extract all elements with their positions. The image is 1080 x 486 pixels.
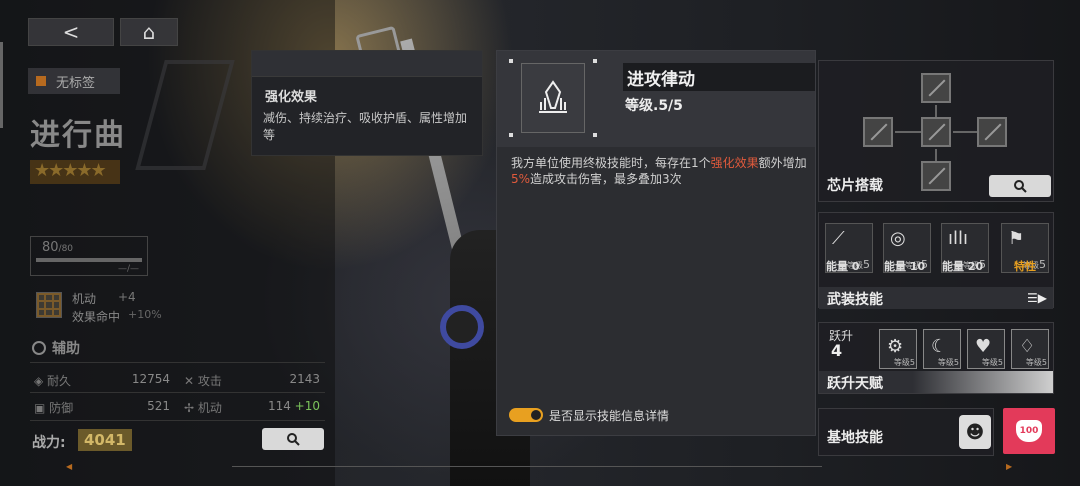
effect-hit-value: +10% — [128, 308, 162, 321]
chip-slot[interactable] — [863, 117, 893, 147]
chip-slot[interactable] — [977, 117, 1007, 147]
base-skill-label: 基地技能 — [827, 430, 883, 446]
leap-talent-2[interactable]: ☾ 等级5 — [923, 329, 961, 369]
skill-detail-panel: 进攻律动 等级.5/5 我方单位使用终极技能时，每存在1个强化效果额外增加5%造… — [496, 50, 816, 436]
chip-link — [935, 149, 937, 161]
mobility-stat-value: 114 +10 — [267, 399, 320, 413]
attack-label: ✕ 攻击 — [184, 374, 222, 388]
search-icon — [287, 433, 300, 446]
heart-wing-icon: ♥ — [975, 336, 992, 357]
class-row: 辅助 — [32, 338, 80, 358]
back-arrow-icon: < — [62, 20, 80, 44]
divider — [30, 420, 325, 421]
support-class-icon — [32, 341, 46, 355]
chip-link — [895, 131, 921, 133]
search-icon — [1014, 180, 1027, 193]
leap-talent-4[interactable]: ♢ 等级5 — [1011, 329, 1049, 369]
effect-hit-label: 效果命中 — [72, 310, 121, 324]
character-tag: 无标签 — [28, 68, 120, 94]
skill-icon-frame — [509, 59, 597, 137]
laugh-face-icon: ☻ — [959, 415, 991, 449]
flag-icon: ⚑ — [1008, 228, 1025, 249]
star-rating: ★★★★★ — [30, 160, 120, 184]
leap-talent-label: 跃升天赋 — [827, 376, 883, 392]
chip-slot[interactable] — [921, 73, 951, 103]
armed-skills-bar[interactable]: 武装技能 ☰▶ — [819, 287, 1053, 309]
detail-search-button[interactable] — [262, 428, 324, 450]
left-edge-bracket — [0, 42, 6, 128]
hp-bar — [36, 258, 142, 262]
armed-skill-feature: 特性 — [1014, 260, 1036, 273]
defense-label: ▣ 防御 — [34, 401, 74, 415]
character-wheel — [440, 305, 484, 349]
heart-icon: 100 — [1016, 420, 1042, 442]
armed-skill-energy: 能量 10 — [884, 260, 926, 273]
mobility-bonus: +4 — [118, 290, 136, 304]
chip-slot[interactable] — [921, 117, 951, 147]
armed-skill-energy: 能量 0 — [826, 260, 860, 273]
toggle-knob — [531, 410, 541, 420]
list-arrow-icon: ☰▶ — [1027, 291, 1047, 305]
chip-label: 芯片搭载 — [827, 178, 883, 194]
armed-skills-label: 武装技能 — [827, 292, 883, 308]
leap-talent-bar[interactable]: 跃升天赋 — [819, 371, 1053, 393]
grid-icon — [36, 292, 62, 318]
leap-level: 4 — [831, 341, 843, 360]
leap-talent-3[interactable]: ♥ 等级5 — [967, 329, 1005, 369]
right-arrow-icon: ▶ — [1006, 462, 1013, 471]
durability-value: 12754 — [131, 372, 170, 386]
base-skill-panel[interactable]: 基地技能 ☻ — [818, 408, 994, 456]
home-button[interactable]: ⌂ — [120, 18, 178, 46]
tooltip-body: 减伤、持续治疗、吸收护盾、属性增加等 — [263, 111, 468, 142]
crystal-wave-icon: ♢ — [1019, 336, 1036, 357]
power-label: 战力: — [32, 435, 66, 451]
skill-level: 等级.5/5 — [625, 98, 683, 114]
tag-marker-icon — [36, 76, 46, 86]
divider — [30, 362, 325, 363]
affection-button[interactable]: 100 — [1003, 408, 1055, 454]
hp-sub: —/— — [118, 264, 140, 274]
left-arrow-icon: ◀ — [66, 462, 73, 471]
tooltip-title: 强化效果 — [265, 90, 318, 105]
chip-link — [935, 105, 937, 117]
armed-skill-3[interactable]: ıllı 等级5 能量 20 — [941, 223, 989, 273]
attack-rhythm-icon — [521, 63, 585, 133]
attack-value: 2143 — [289, 372, 320, 386]
hp-value: 80/80 — [42, 240, 74, 255]
bottom-divider — [232, 466, 822, 467]
orbit-icon: ◎ — [890, 228, 906, 249]
mobility-label: 机动 — [72, 292, 97, 306]
armed-skill-1[interactable]: ⟋ 等级5 能量 0 — [825, 223, 873, 273]
skill-description: 我方单位使用终极技能时，每存在1个强化效果额外增加5%造成攻击伤害，最多叠加3次 — [511, 156, 807, 186]
chip-panel: 芯片搭载 — [818, 60, 1054, 202]
wave-icon: ıllı — [948, 228, 969, 249]
back-button[interactable]: < — [28, 18, 114, 46]
leap-talent-1[interactable]: ⚙ 等级5 — [879, 329, 917, 369]
defense-value: 521 — [147, 399, 170, 413]
mobility-stat-label: ✢ 机动 — [184, 401, 222, 415]
gear-house-icon: ⚙ — [887, 336, 904, 357]
power-value: 4041 — [78, 429, 132, 451]
show-detail-label: 是否显示技能信息详情 — [549, 409, 670, 423]
home-icon: ⌂ — [142, 20, 156, 44]
armed-skill-4[interactable]: ⚑ 等级5 特性 — [1001, 223, 1049, 273]
character-name: 进行曲 — [30, 118, 126, 153]
armed-skills-panel: ⟋ 等级5 能量 0 ◎ 等级5 能量 10 ıllı 等级5 能量 20 ⚑ … — [818, 212, 1054, 309]
leap-panel: 跃升 4 ⚙ 等级5 ☾ 等级5 ♥ 等级5 ♢ 等级5 跃升天赋 — [818, 322, 1054, 394]
durability-label: ◈ 耐久 — [34, 374, 72, 388]
moon-sparkle-icon: ☾ — [931, 336, 948, 357]
divider — [30, 392, 325, 393]
chip-search-button[interactable] — [989, 175, 1051, 197]
chip-slot[interactable] — [921, 161, 951, 191]
tooltip-header — [252, 51, 482, 77]
wing-icon: ⟋ — [832, 228, 845, 249]
show-detail-toggle[interactable] — [509, 408, 543, 422]
chip-link — [953, 131, 977, 133]
armed-skill-energy: 能量 20 — [942, 260, 984, 273]
skill-name: 进攻律动 — [623, 63, 815, 91]
armed-skill-2[interactable]: ◎ 等级5 能量 10 — [883, 223, 931, 273]
